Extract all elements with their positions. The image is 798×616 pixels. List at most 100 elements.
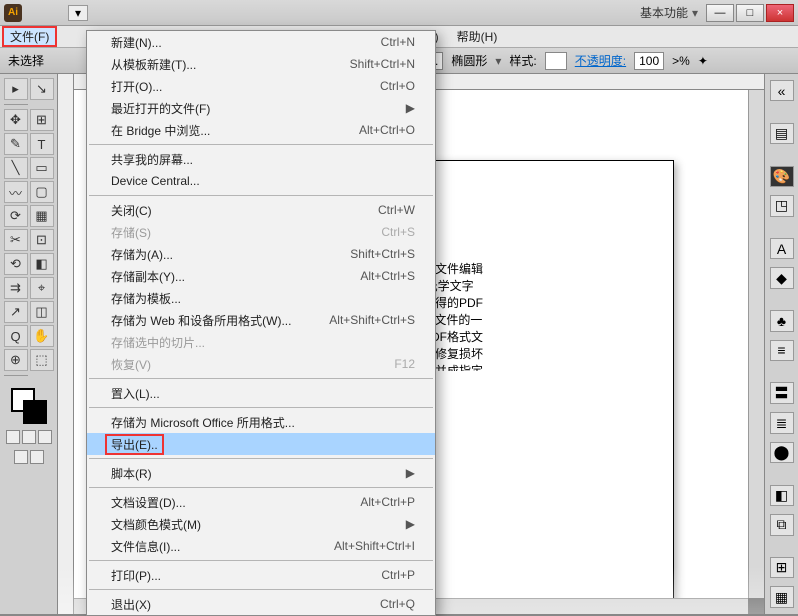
menu-item[interactable]: 存储为 Microsoft Office 所用格式... [87, 411, 435, 433]
panel-btn-3[interactable]: A [770, 238, 794, 259]
layout-dropdown[interactable]: ▾ [68, 5, 88, 21]
color-swatches[interactable] [11, 388, 47, 424]
panel-btn-8[interactable]: ≣ [770, 412, 794, 433]
menu-item-label: 存储副本(Y)... [111, 268, 360, 285]
tool-2[interactable]: ✥ [4, 109, 28, 131]
expand-dock-icon[interactable]: « [770, 80, 794, 101]
tool-23[interactable]: ⬚ [30, 349, 54, 371]
menu-item-label: 从模板新建(T)... [111, 56, 350, 73]
tool-4[interactable]: ✎ [4, 133, 28, 155]
panel-btn-9[interactable]: ⬤ [770, 442, 794, 463]
tool-12[interactable]: ✂ [4, 229, 28, 251]
opacity-label[interactable]: 不透明度: [575, 52, 626, 69]
menu-item: 恢复(V)F12 [87, 353, 435, 375]
maximize-button[interactable]: □ [736, 4, 764, 22]
menu-help[interactable]: 帮助(H) [449, 26, 506, 47]
menu-item-shortcut: Alt+Ctrl+O [359, 123, 415, 137]
menu-item[interactable]: 置入(L)... [87, 382, 435, 404]
tool-5[interactable]: T [30, 133, 54, 155]
tool-15[interactable]: ◧ [30, 253, 54, 275]
menu-item[interactable]: 脚本(R)▶ [87, 462, 435, 484]
tool-19[interactable]: ◫ [30, 301, 54, 323]
menu-item[interactable]: 最近打开的文件(F)▶ [87, 97, 435, 119]
menu-item[interactable]: 文件信息(I)...Alt+Shift+Ctrl+I [87, 535, 435, 557]
menu-item-shortcut: Shift+Ctrl+N [350, 57, 415, 71]
menu-item[interactable]: 存储为 Web 和设备所用格式(W)...Alt+Shift+Ctrl+S [87, 309, 435, 331]
menu-item: 存储(S)Ctrl+S [87, 221, 435, 243]
menu-item[interactable]: Device Central... [87, 170, 435, 192]
color-mode-btn[interactable] [6, 430, 20, 444]
menu-item[interactable]: 共享我的屏幕... [87, 148, 435, 170]
panel-btn-0[interactable]: ▤ [770, 123, 794, 144]
menu-item-label: 存储为 Web 和设备所用格式(W)... [111, 312, 329, 329]
menu-item-shortcut: Ctrl+Q [380, 597, 415, 611]
menu-item-label: 共享我的屏幕... [111, 151, 415, 168]
menu-item-label: Device Central... [111, 174, 415, 188]
close-button[interactable]: × [766, 4, 794, 22]
menu-item[interactable]: 存储为(A)...Shift+Ctrl+S [87, 243, 435, 265]
tool-18[interactable]: ↗ [4, 301, 28, 323]
menu-item[interactable]: 关闭(C)Ctrl+W [87, 199, 435, 221]
tool-10[interactable]: ⟳ [4, 205, 28, 227]
panel-btn-6[interactable]: ≡ [770, 340, 794, 361]
tool-14[interactable]: ⟲ [4, 253, 28, 275]
tool-1[interactable]: ↘ [30, 78, 54, 100]
menu-item-shortcut: Shift+Ctrl+S [350, 247, 415, 261]
menu-item[interactable]: 存储副本(Y)...Alt+Ctrl+S [87, 265, 435, 287]
tool-8[interactable]: 〰 [4, 181, 28, 203]
minimize-button[interactable]: — [706, 4, 734, 22]
tool-21[interactable]: ✋ [30, 325, 54, 347]
tool-11[interactable]: ▦ [30, 205, 54, 227]
tool-16[interactable]: ⇉ [4, 277, 28, 299]
menu-item-shortcut: Ctrl+S [381, 225, 415, 239]
tool-20[interactable]: Q [4, 325, 28, 347]
chevron-down-icon[interactable]: ▾ [495, 54, 501, 68]
menu-item-label: 最近打开的文件(F) [111, 100, 406, 117]
panel-btn-11[interactable]: ⧉ [770, 514, 794, 535]
tool-9[interactable]: ▢ [30, 181, 54, 203]
stroke-swatch[interactable] [23, 400, 47, 424]
tool-13[interactable]: ⊡ [30, 229, 54, 251]
panel-btn-10[interactable]: ◧ [770, 485, 794, 506]
menu-item-shortcut: Alt+Ctrl+S [360, 269, 415, 283]
menu-item[interactable]: 文档设置(D)...Alt+Ctrl+P [87, 491, 435, 513]
panel-btn-13[interactable]: ▦ [770, 586, 794, 607]
menu-item[interactable]: 从模板新建(T)...Shift+Ctrl+N [87, 53, 435, 75]
tool-17[interactable]: ⌖ [30, 277, 54, 299]
none-mode-btn[interactable] [38, 430, 52, 444]
scrollbar-vertical[interactable] [748, 90, 764, 598]
panel-btn-7[interactable]: 〓 [770, 382, 794, 404]
panel-btn-4[interactable]: ◆ [770, 267, 794, 288]
menu-item[interactable]: 退出(X)Ctrl+Q [87, 593, 435, 615]
panel-btn-5[interactable]: ♣ [770, 310, 794, 331]
menu-item[interactable]: 新建(N)...Ctrl+N [87, 31, 435, 53]
tool-7[interactable]: ▭ [30, 157, 54, 179]
gradient-mode-btn[interactable] [22, 430, 36, 444]
panel-btn-2[interactable]: ◳ [770, 195, 794, 216]
menu-item[interactable]: 文档颜色模式(M)▶ [87, 513, 435, 535]
tool-22[interactable]: ⊕ [4, 349, 28, 371]
menu-item[interactable]: 导出(E).. [87, 433, 435, 455]
menu-item-label: 导出(E).. [105, 434, 164, 455]
menu-item[interactable]: 打开(O)...Ctrl+O [87, 75, 435, 97]
opacity-field[interactable]: 100 [634, 52, 664, 70]
title-bar: Ai ▾ 基本功能 ▾ — □ × [0, 0, 798, 26]
tool-6[interactable]: ╲ [4, 157, 28, 179]
panel-btn-1[interactable]: 🎨 [770, 166, 794, 187]
screen-mode-btn[interactable] [14, 450, 28, 464]
panel-btn-12[interactable]: ⊞ [770, 557, 794, 578]
ruler-vertical [58, 74, 74, 614]
more-options-icon[interactable]: ✦ [698, 54, 708, 68]
menu-item-shortcut: Alt+Ctrl+P [360, 495, 415, 509]
tool-3[interactable]: ⊞ [30, 109, 54, 131]
workspace-switcher[interactable]: 基本功能 [640, 4, 688, 21]
menu-item[interactable]: 在 Bridge 中浏览...Alt+Ctrl+O [87, 119, 435, 141]
menu-item-label: 存储(S) [111, 224, 381, 241]
tool-0[interactable]: ▸ [4, 78, 28, 100]
menu-item[interactable]: 打印(P)...Ctrl+P [87, 564, 435, 586]
shape-label: 椭圆形 [451, 52, 487, 69]
style-picker[interactable] [545, 52, 567, 70]
menu-item[interactable]: 存储为模板... [87, 287, 435, 309]
screen-mode-btn-2[interactable] [30, 450, 44, 464]
menu-file[interactable]: 文件(F) [2, 26, 57, 47]
